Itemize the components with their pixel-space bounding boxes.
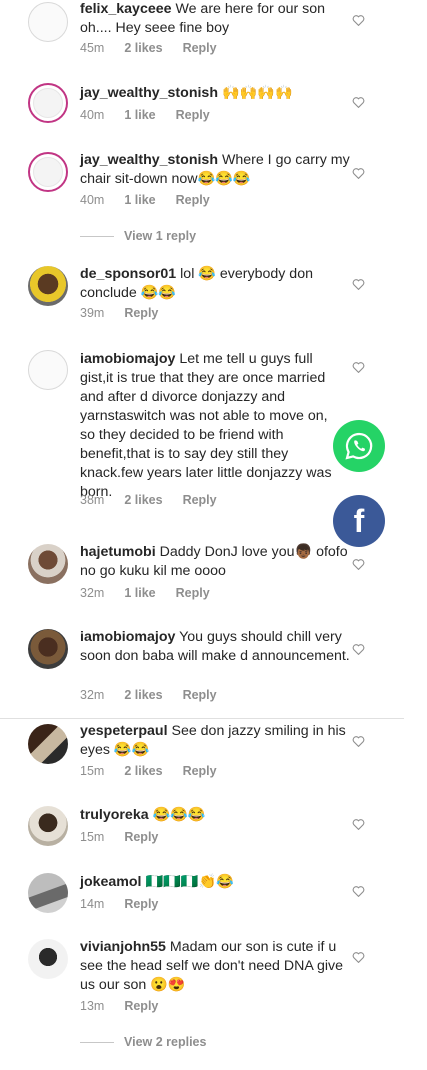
comment-meta: 15m 2 likes Reply [80,764,237,778]
comment-text: jay_wealthy_stonish Where I go carry my … [80,151,350,189]
like-heart-icon[interactable] [352,643,365,655]
like-heart-icon[interactable] [352,167,365,179]
reply-button[interactable]: Reply [124,306,158,320]
like-heart-icon[interactable] [352,14,365,26]
comment-text: de_sponsor01 lol 😂 everybody don conclud… [80,265,350,303]
avatar[interactable] [28,350,68,390]
comment-meta: 14m Reply [80,897,178,911]
likes-count[interactable]: 1 like [124,108,155,122]
comment-text: vivianjohn55 Madam our son is cute if u … [80,938,350,995]
view-replies-button[interactable]: View 1 reply [80,229,196,243]
comment-username[interactable]: felix_kayceee [80,1,172,17]
like-heart-icon[interactable] [352,818,365,830]
reply-button[interactable]: Reply [176,108,210,122]
comment-text: hajetumobi Daddy DonJ love you👦🏾 ofofo n… [80,543,350,581]
comment-username[interactable]: iamobiomajoy [80,629,175,645]
reply-button[interactable]: Reply [183,41,217,55]
comment-body: 😂😂😂 [152,807,206,823]
avatar[interactable] [28,544,68,584]
comment-text: felix_kayceee We are here for our son oh… [80,0,350,38]
avatar[interactable] [28,873,68,913]
comment-time: 40m [80,108,105,122]
whatsapp-share-button[interactable] [333,420,385,472]
likes-count[interactable]: 1 like [124,586,155,600]
like-heart-icon[interactable] [352,361,365,373]
comment-time: 40m [80,193,105,207]
comment-username[interactable]: vivianjohn55 [80,939,166,955]
view-replies-button[interactable]: View 2 replies [80,1035,206,1049]
comment-username[interactable]: jay_wealthy_stonish [80,85,218,101]
comment-username[interactable]: jay_wealthy_stonish [80,152,218,168]
facebook-icon: f [353,503,365,539]
reply-button[interactable]: Reply [176,193,210,207]
like-heart-icon[interactable] [352,96,365,108]
like-heart-icon[interactable] [352,885,365,897]
comment-time: 32m [80,688,105,702]
comment-username[interactable]: iamobiomajoy [80,351,175,367]
comment-time: 14m [80,897,105,911]
comment-text: iamobiomajoy You guys should chill very … [80,628,350,666]
comment-time: 32m [80,586,105,600]
avatar[interactable] [28,629,68,669]
reply-button[interactable]: Reply [124,830,158,844]
likes-count[interactable]: 2 likes [124,688,162,702]
likes-count[interactable]: 2 likes [124,493,162,507]
comment-meta: 38m 2 likes Reply [80,493,237,507]
comment-meta: 45m 2 likes Reply [80,41,237,55]
reply-button[interactable]: Reply [183,764,217,778]
like-heart-icon[interactable] [352,558,365,570]
comment-text: iamobiomajoy Let me tell u guys full gis… [80,350,340,502]
comment-body: 🇳🇬🇳🇬🇳🇬👏😂 [145,874,234,890]
comment-time: 45m [80,41,105,55]
comment-time: 15m [80,764,105,778]
avatar[interactable] [28,806,68,846]
comment-body: Let me tell u guys full gist,it is true … [80,351,332,500]
reply-button[interactable]: Reply [183,688,217,702]
avatar[interactable] [28,266,68,306]
comment-username[interactable]: de_sponsor01 [80,266,176,282]
avatar[interactable] [28,939,68,979]
reply-button[interactable]: Reply [183,493,217,507]
comment-text: jokeamol 🇳🇬🇳🇬🇳🇬👏😂 [80,873,350,892]
comment-meta: 40m 1 like Reply [80,193,230,207]
comment-body: 🙌🙌🙌🙌 [221,85,293,101]
likes-count[interactable]: 2 likes [124,41,162,55]
comment-meta: 13m Reply [80,999,178,1013]
comment-meta: 39m Reply [80,306,178,320]
comment-meta: 40m 1 like Reply [80,108,230,122]
comment-meta: 15m Reply [80,830,178,844]
whatsapp-icon [345,432,373,460]
comment-time: 39m [80,306,105,320]
likes-count[interactable]: 2 likes [124,764,162,778]
avatar[interactable] [28,152,68,192]
like-heart-icon[interactable] [352,735,365,747]
reply-button[interactable]: Reply [124,999,158,1013]
comment-time: 15m [80,830,105,844]
comment-meta: 32m 2 likes Reply [80,688,237,702]
comment-username[interactable]: trulyoreka [80,807,149,823]
likes-count[interactable]: 1 like [124,193,155,207]
avatar[interactable] [28,2,68,42]
avatar[interactable] [28,83,68,123]
reply-button[interactable]: Reply [176,586,210,600]
comment-username[interactable]: hajetumobi [80,544,156,560]
comment-username[interactable]: jokeamol [80,874,142,890]
reply-button[interactable]: Reply [124,897,158,911]
comment-username[interactable]: yespeterpaul [80,723,168,739]
comment-time: 13m [80,999,105,1013]
screenshot-seam-divider [0,718,404,719]
like-heart-icon[interactable] [352,951,365,963]
facebook-share-button[interactable]: f [333,495,385,547]
comment-time: 38m [80,493,105,507]
like-heart-icon[interactable] [352,278,365,290]
comment-text: trulyoreka 😂😂😂 [80,806,350,825]
comment-text: jay_wealthy_stonish 🙌🙌🙌🙌 [80,84,350,103]
comment-text: yespeterpaul See don jazzy smiling in hi… [80,722,350,760]
comment-meta: 32m 1 like Reply [80,586,230,600]
avatar[interactable] [28,724,68,764]
